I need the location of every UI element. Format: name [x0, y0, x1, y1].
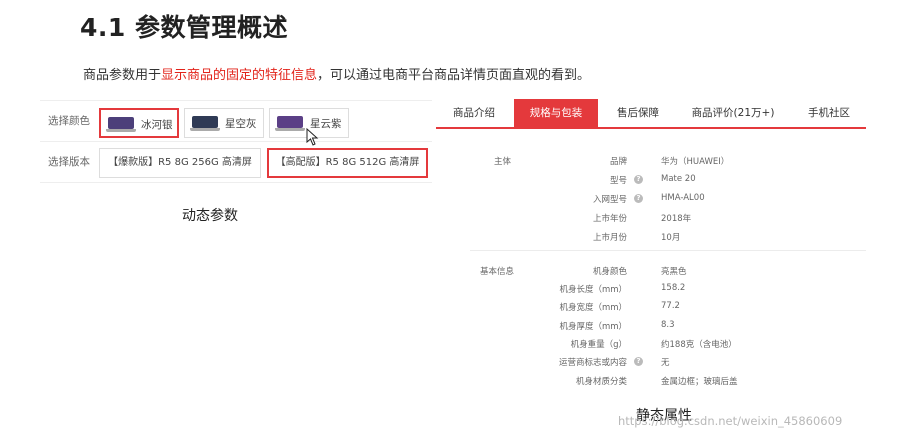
intro-text-after: ，可以通过电商平台商品详情页面直观的看到。	[317, 68, 591, 83]
tab-after-sales[interactable]: 售后保障	[600, 99, 676, 127]
spec-value: 8.3	[661, 320, 675, 330]
color-option-0[interactable]: 冰河银	[99, 108, 179, 138]
spec-key: 品牌	[609, 157, 627, 167]
spec-key: 机身长度（mm）	[559, 285, 627, 295]
version-option-1[interactable]: 【高配版】R5 8G 512G 高清屏	[267, 148, 428, 178]
intro-paragraph: 商品参数用于显示商品的固定的特征信息，可以通过电商平台商品详情页面直观的看到。	[83, 64, 590, 83]
dynamic-params-caption: 动态参数	[182, 208, 238, 224]
spec-value: 亮黑色	[661, 267, 687, 277]
version-option-0[interactable]: 【爆款版】R5 8G 256G 高清屏	[99, 148, 261, 178]
spec-key: 机身材质分类	[575, 377, 627, 387]
mouse-cursor-icon	[306, 128, 319, 146]
spec-value: 2018年	[661, 214, 692, 224]
dynamic-params-panel: 选择颜色 冰河银 星空灰 星云紫 选择版本 【爆款版】R5 8G 256G 高清…	[40, 100, 432, 183]
laptop-icon	[275, 116, 305, 132]
spec-value: 金属边框；玻璃后盖	[661, 377, 738, 387]
spec-key: 上市年份	[592, 214, 627, 224]
spec-key: 机身厚度（mm）	[559, 322, 627, 332]
laptop-icon	[106, 117, 136, 133]
intro-highlight: 显示商品的固定的特征信息	[161, 68, 318, 83]
spec-key: 机身颜色	[592, 267, 627, 277]
tab-reviews[interactable]: 商品评价(21万+)	[676, 99, 790, 127]
color-option-name: 冰河银	[141, 119, 173, 131]
version-label: 选择版本	[48, 156, 90, 168]
spec-tabs: 商品介绍 规格与包装 售后保障 商品评价(21万+) 手机社区	[436, 99, 866, 129]
spec-value: HMA-AL00	[661, 193, 705, 203]
help-icon[interactable]: ?	[634, 357, 643, 366]
intro-text-before: 商品参数用于	[83, 68, 162, 83]
tab-community[interactable]: 手机社区	[792, 99, 866, 127]
help-icon[interactable]: ?	[634, 175, 643, 184]
laptop-icon	[190, 116, 220, 132]
color-select-row: 选择颜色 冰河银 星空灰 星云紫	[40, 101, 432, 141]
spec-section-title: 主体	[494, 157, 512, 167]
page-heading: 4.1 参数管理概述	[80, 13, 288, 42]
spec-value: 无	[661, 358, 670, 368]
tab-intro[interactable]: 商品介绍	[436, 99, 512, 127]
divider	[40, 182, 432, 183]
spec-value: 77.2	[661, 301, 680, 311]
spec-value: 约188克（含电池）	[661, 340, 737, 350]
tab-specs[interactable]: 规格与包装	[514, 99, 598, 127]
spec-value: 华为（HUAWEI）	[661, 157, 730, 167]
help-icon[interactable]: ?	[634, 194, 643, 203]
spec-key: 机身宽度（mm）	[559, 303, 627, 313]
spec-key: 机身重量（g）	[570, 340, 627, 350]
spec-key: 型号	[609, 176, 627, 186]
spec-value: 10月	[661, 233, 681, 243]
color-option-1[interactable]: 星空灰	[184, 108, 264, 138]
spec-key: 运营商标志或内容	[558, 358, 627, 368]
spec-value: Mate 20	[661, 174, 696, 184]
spec-value: 158.2	[661, 283, 686, 293]
spec-section-title: 基本信息	[480, 267, 515, 277]
color-label: 选择颜色	[48, 115, 90, 127]
section-divider	[470, 250, 866, 251]
color-option-name: 星空灰	[225, 118, 257, 130]
spec-key: 入网型号	[592, 195, 627, 205]
watermark: https://blog.csdn.net/weixin_45860609	[618, 414, 843, 428]
version-select-row: 选择版本 【爆款版】R5 8G 256G 高清屏 【高配版】R5 8G 512G…	[40, 142, 432, 182]
spec-key: 上市月份	[592, 233, 627, 243]
